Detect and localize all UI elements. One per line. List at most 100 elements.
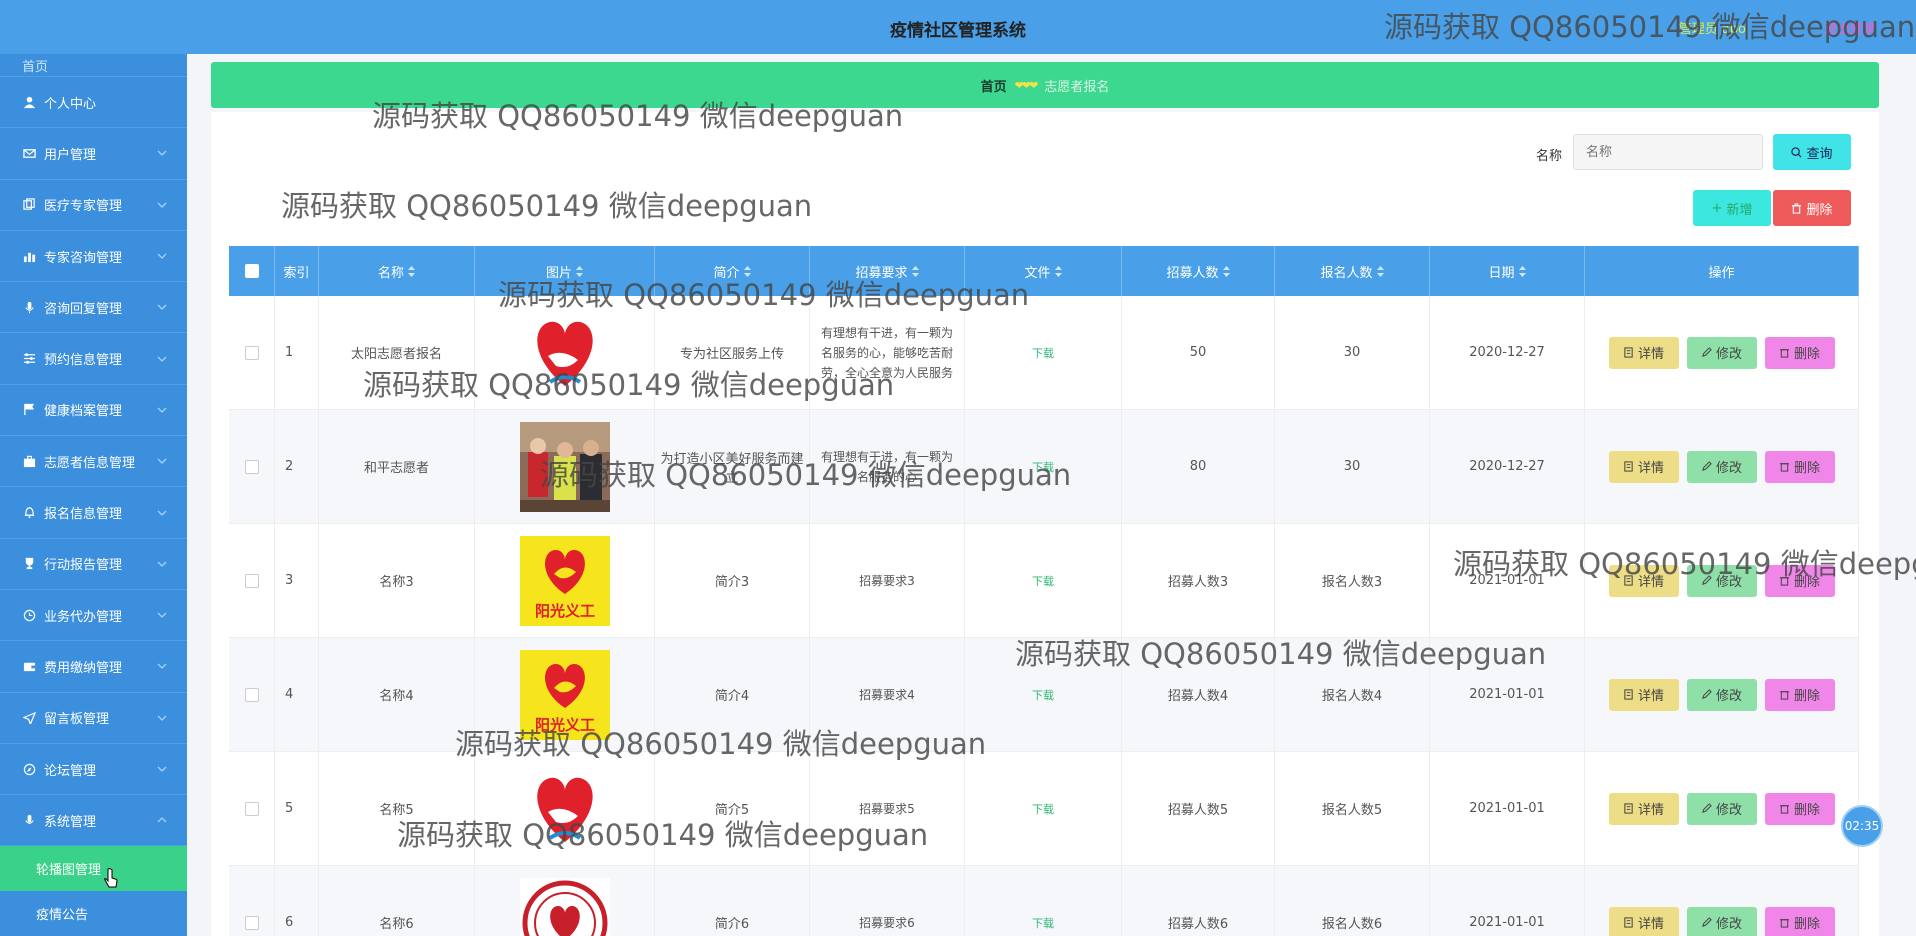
sidebar-item-15[interactable]: 系统管理: [0, 795, 187, 847]
edit-button[interactable]: 修改: [1686, 336, 1757, 369]
download-link[interactable]: 下载: [1032, 573, 1054, 589]
sort-icon[interactable]: [1518, 265, 1526, 277]
cell-requirement: 有理想有干进，有一颗为名服务的心，能够吃苦耐劳，全心全意为人民服务: [810, 296, 965, 409]
edit-button[interactable]: 修改: [1686, 678, 1757, 711]
col-label: 招募要求: [855, 265, 908, 281]
edit-button[interactable]: 修改: [1686, 792, 1757, 825]
cell-file: 下载: [965, 296, 1122, 409]
sidebar-item-label: 费用缴纳管理: [44, 660, 123, 676]
row-checkbox[interactable]: [244, 801, 259, 816]
sidebar-item-4[interactable]: 专家咨询管理: [0, 231, 187, 283]
sidebar-item-label: 志愿者信息管理: [44, 455, 136, 471]
detail-button[interactable]: 详情: [1608, 678, 1679, 711]
sort-icon[interactable]: [408, 265, 415, 277]
table-row: 6 名称6 简介6 招募要求6 下载 招募人数6 报名人数6 2021-01-01 详情 修改 删除: [229, 866, 1859, 936]
cell-requirement: 招募要求5: [810, 752, 965, 865]
sort-icon[interactable]: [743, 265, 751, 277]
sidebar-item-home[interactable]: 首页: [0, 54, 187, 77]
detail-button[interactable]: 详情: [1608, 336, 1679, 369]
col-name[interactable]: 名称: [319, 246, 475, 296]
delete-button[interactable]: 删除: [1764, 678, 1835, 711]
edit-button[interactable]: 修改: [1686, 564, 1757, 597]
col-signup-count[interactable]: 报名人数: [1275, 246, 1430, 296]
sidebar-item-3[interactable]: 医疗专家管理: [0, 180, 187, 231]
detail-button[interactable]: 详情: [1608, 450, 1679, 483]
delete-button[interactable]: 删除: [1764, 336, 1835, 369]
clock-badge[interactable]: 02:35: [1841, 805, 1883, 847]
sort-icon[interactable]: [1376, 265, 1384, 277]
sidebar-item-14[interactable]: 论坛管理: [0, 744, 187, 796]
delete-label: 删除: [1793, 347, 1820, 362]
col-intro[interactable]: 简介: [655, 246, 810, 296]
detail-button[interactable]: 详情: [1608, 792, 1679, 825]
col-image[interactable]: 图片: [475, 246, 655, 296]
download-link[interactable]: 下载: [1032, 801, 1054, 817]
edit-button[interactable]: 修改: [1686, 450, 1757, 483]
cell-file: 下载: [965, 410, 1122, 523]
delete-button[interactable]: 删除: [1764, 792, 1835, 825]
col-file[interactable]: 文件: [965, 246, 1122, 296]
edit-icon: [1702, 917, 1712, 927]
col-label: 日期: [1488, 265, 1515, 281]
detail-button[interactable]: 详情: [1608, 564, 1679, 597]
cell-actions: 详情 修改 删除: [1585, 752, 1859, 865]
row-checkbox[interactable]: [244, 687, 259, 702]
search-input[interactable]: [1573, 134, 1763, 170]
current-user[interactable]: 管理员 abo: [1679, 18, 1746, 37]
edit-icon: [1702, 689, 1712, 699]
sidebar-sub-notice[interactable]: 疫情公告: [0, 891, 187, 936]
delete-button[interactable]: 删除: [1764, 906, 1835, 936]
chevron-down-icon: [157, 202, 167, 208]
download-link[interactable]: 下载: [1032, 687, 1054, 703]
sidebar-item-13[interactable]: 留言板管理: [0, 693, 187, 744]
download-link[interactable]: 下载: [1032, 915, 1054, 931]
sidebar-item-5[interactable]: 咨询回复管理: [0, 282, 187, 334]
sidebar-item-1[interactable]: 个人中心: [0, 77, 187, 129]
sidebar-item-11[interactable]: 业务代办管理: [0, 590, 187, 642]
sidebar-item-9[interactable]: 报名信息管理: [0, 487, 187, 539]
row-checkbox[interactable]: [244, 915, 259, 930]
sidebar-sub-carousel[interactable]: 轮播图管理: [0, 846, 187, 892]
sidebar-item-10[interactable]: 行动报告管理: [0, 539, 187, 590]
trash-icon: [1779, 349, 1790, 358]
col-requirement[interactable]: 招募要求: [810, 246, 965, 296]
row-checkbox[interactable]: [244, 573, 259, 588]
sidebar-item-8[interactable]: 志愿者信息管理: [0, 436, 187, 488]
query-button[interactable]: 查询: [1773, 134, 1851, 170]
sidebar-item-7[interactable]: 健康档案管理: [0, 385, 187, 437]
edit-icon: [1702, 347, 1712, 357]
add-button[interactable]: + 新增: [1693, 190, 1771, 226]
bell-icon: [22, 506, 36, 520]
download-link[interactable]: 下载: [1032, 345, 1054, 361]
col-recruit-count[interactable]: 招募人数: [1122, 246, 1275, 296]
sort-icon[interactable]: [576, 265, 583, 277]
row-checkbox[interactable]: [244, 459, 259, 474]
edit-button[interactable]: 修改: [1686, 906, 1757, 936]
cell-intro: 专为社区服务上传: [655, 296, 810, 409]
detail-label: 详情: [1637, 575, 1664, 590]
select-all-checkbox[interactable]: [244, 264, 259, 278]
breadcrumb-home[interactable]: 首页: [981, 76, 1007, 95]
col-label: 操作: [1708, 265, 1735, 281]
sort-icon[interactable]: [1222, 265, 1230, 277]
sort-icon[interactable]: [911, 265, 919, 277]
col-date[interactable]: 日期: [1430, 246, 1585, 296]
delete-button[interactable]: 删除: [1764, 564, 1835, 597]
sort-icon[interactable]: [1054, 265, 1062, 277]
bulk-delete-button[interactable]: 删除: [1773, 190, 1851, 226]
sidebar-item-2[interactable]: 用户管理: [0, 128, 187, 180]
delete-button[interactable]: 删除: [1764, 450, 1835, 483]
sidebar-item-6[interactable]: 预约信息管理: [0, 333, 187, 385]
logout-link[interactable]: 退出登录: [1824, 18, 1876, 37]
download-link[interactable]: 下载: [1032, 459, 1054, 475]
sidebar-item-12[interactable]: 费用缴纳管理: [0, 641, 187, 693]
cell-image: [475, 410, 655, 523]
detail-button[interactable]: 详情: [1608, 906, 1679, 936]
row-checkbox[interactable]: [244, 345, 259, 360]
col-actions: 操作: [1585, 246, 1859, 296]
document-icon: [1624, 347, 1633, 358]
cell-intro: 简介5: [655, 752, 810, 865]
sidebar-item-label: 个人中心: [44, 96, 97, 112]
query-button-label: 查询: [1806, 146, 1833, 162]
cell-date: 2021-01-01: [1430, 752, 1585, 865]
